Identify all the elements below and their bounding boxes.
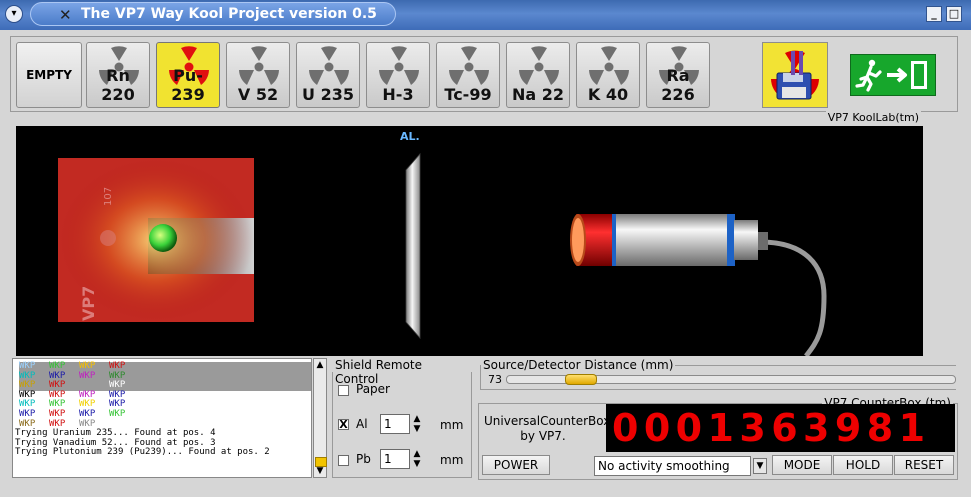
save-button[interactable]: [762, 42, 828, 108]
al-thickness-stepper[interactable]: ▲ ▼: [410, 414, 424, 434]
scroll-down-icon[interactable]: ▼: [314, 465, 326, 477]
source-label: Pu-239: [171, 66, 205, 104]
al-label: Al: [356, 417, 368, 431]
aluminium-shield: AL.: [400, 130, 421, 340]
distance-slider-thumb[interactable]: [565, 374, 597, 385]
window-title: The VP7 Way Kool Project version 0.5: [81, 6, 377, 22]
pb-label: Pb: [356, 452, 371, 466]
radiation-icon: [309, 46, 349, 85]
distance-value: 73: [488, 373, 502, 386]
holder-radiation-icon: [100, 230, 116, 246]
source-label: Na 22: [511, 85, 565, 104]
window-menu-button[interactable]: ▾: [5, 5, 23, 23]
scan-log: WKP WKP WKP WKP WKP WKP WKP WKP WKP WKP WKP WKP WKP W…: [12, 358, 312, 478]
hold-button[interactable]: HOLD: [833, 455, 893, 475]
lab-viewport: VP7 107 AL.: [16, 126, 923, 356]
detector-cable: [759, 239, 827, 356]
source-button-ra-226[interactable]: Ra 226: [646, 42, 710, 108]
log-line: Trying Plutonium 239 (Pu239)... Found at…: [15, 447, 270, 458]
lab-caption: VP7 KoolLab(tm): [825, 111, 921, 124]
al-unit: mm: [440, 418, 464, 432]
minimize-button[interactable]: _: [926, 6, 942, 22]
lab-scene: VP7 107 AL.: [58, 130, 827, 356]
counter-display: 0001363981: [606, 404, 955, 452]
distance-legend: Source/Detector Distance (mm): [483, 358, 674, 372]
app-icon: ✕: [59, 6, 72, 24]
source-button-na-22[interactable]: Na 22: [506, 42, 570, 108]
source-label: U 235: [302, 85, 354, 104]
title-bar: ▾ ✕ The VP7 Way Kool Project version 0.5…: [0, 0, 971, 30]
pb-thickness-input[interactable]: 1: [380, 449, 410, 469]
paper-checkbox[interactable]: [338, 385, 349, 396]
log-grid-cell: WKP: [109, 408, 126, 419]
holder-number-text: 107: [103, 187, 114, 206]
counter-brand-line1: UniversalCounterBox: [484, 414, 611, 428]
shield-legend: Shield Remote Control: [335, 358, 423, 386]
pb-unit: mm: [440, 453, 464, 467]
radiation-icon: [449, 46, 489, 85]
floppy-radiation-icon: [771, 50, 819, 100]
source-label: Rn 220: [101, 66, 135, 104]
log-grid-cell: WKP: [79, 370, 96, 381]
mode-button[interactable]: MODE: [772, 455, 832, 475]
reset-button[interactable]: RESET: [894, 455, 954, 475]
log-scrollbar[interactable]: ▲ ▼: [313, 358, 327, 478]
counter-brand-line2: by VP7.: [520, 429, 566, 443]
log-color-grid: WKP WKP WKP WKP WKP WKP WKP WKP WKP WKP WKP WKP WKP W…: [13, 359, 311, 429]
paper-label: Paper: [356, 382, 390, 396]
detector-probe: [570, 214, 827, 356]
al-thickness-input[interactable]: 1: [380, 414, 410, 434]
source-holder: VP7 107: [58, 158, 254, 322]
pb-checkbox[interactable]: [338, 455, 349, 466]
exit-button[interactable]: [850, 54, 936, 96]
source-button-u-235[interactable]: U 235: [296, 42, 360, 108]
empty-button[interactable]: EMPTY: [16, 42, 82, 108]
radioactive-source-ball: [149, 224, 177, 252]
maximize-button[interactable]: □: [946, 6, 962, 22]
smoothing-select[interactable]: No activity smoothing: [594, 456, 751, 476]
holder-brand-text: VP7: [79, 286, 98, 321]
source-button-tc-99[interactable]: Tc-99: [436, 42, 500, 108]
radiation-icon: [379, 46, 419, 85]
radiation-icon: [589, 46, 629, 85]
al-checkbox[interactable]: X: [338, 419, 349, 430]
counter-brand: UniversalCounterBox by VP7.: [484, 414, 611, 444]
window-title-pill: ✕ The VP7 Way Kool Project version 0.5: [30, 2, 396, 26]
shield-label: AL.: [400, 130, 420, 143]
source-button-k-40[interactable]: K 40: [576, 42, 640, 108]
pb-thickness-stepper[interactable]: ▲ ▼: [410, 449, 424, 469]
smoothing-dropdown-icon[interactable]: ▼: [753, 458, 767, 474]
source-label: K 40: [587, 85, 629, 104]
source-button-h-3[interactable]: H-3: [366, 42, 430, 108]
source-label: V 52: [237, 85, 279, 104]
source-button-v-52[interactable]: V 52: [226, 42, 290, 108]
source-label: H-3: [382, 85, 414, 104]
source-label: Ra 226: [661, 66, 695, 104]
source-button-pu-239[interactable]: Pu-239: [156, 42, 220, 108]
radiation-icon: [239, 46, 279, 85]
power-button[interactable]: POWER: [482, 455, 550, 475]
source-button-rn-220[interactable]: Rn 220: [86, 42, 150, 108]
source-label: Tc-99: [444, 85, 492, 104]
distance-control: Source/Detector Distance (mm): [480, 358, 956, 390]
scroll-up-icon[interactable]: ▲: [314, 359, 326, 371]
exit-running-man-icon: [855, 59, 927, 92]
radiation-icon: [519, 46, 559, 85]
